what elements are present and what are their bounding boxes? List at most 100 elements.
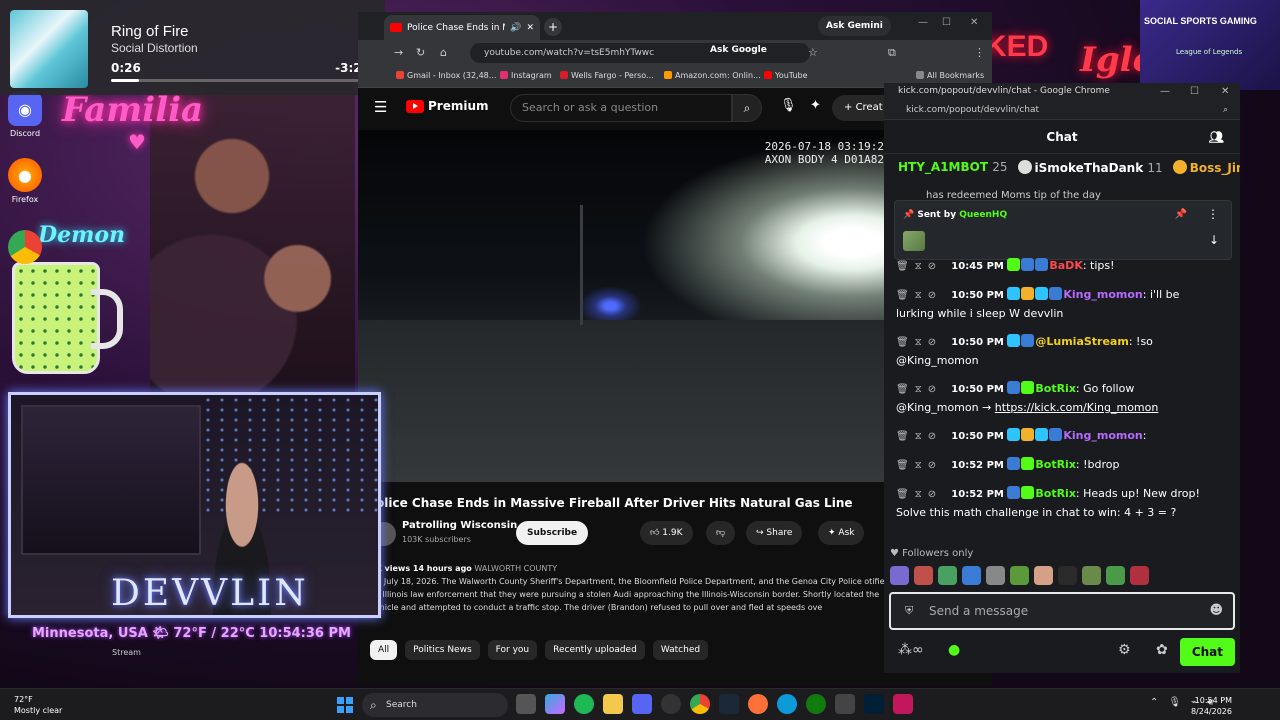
chat-message[interactable]: 🗑⧖⊘ 10:52 PM BotRix: !bdrop (896, 456, 1218, 475)
emote-icon[interactable] (1082, 566, 1101, 585)
taskbar-clock[interactable]: 10:54 PM 8/24/2026 (1191, 695, 1232, 717)
chrome-icon[interactable] (690, 694, 710, 714)
pinned-message[interactable]: 📌 Sent by QueenHQ 📌 ⋮ ↓ (894, 200, 1232, 260)
gemini-icon[interactable]: ✦ (810, 98, 821, 113)
chat-message[interactable]: 🗑⧖⊘ 10:50 PM King_momon: (896, 427, 1218, 446)
chat-message[interactable]: 🗑⧖⊘ 10:50 PM @LumiaStream: !so @King_mom… (896, 333, 1218, 370)
bookmark-youtube[interactable]: YouTube (764, 71, 808, 80)
mod-actions-icon[interactable]: 🗑⧖⊘ (896, 489, 951, 500)
subscribe-button[interactable]: Subscribe (516, 521, 589, 545)
edge-icon[interactable] (777, 694, 797, 714)
app-icon[interactable] (835, 694, 855, 714)
photoshop-icon[interactable] (864, 694, 884, 714)
reload-icon[interactable]: ↻ (416, 46, 425, 59)
bookmark-wellsfargo[interactable]: Wells Fargo - Perso... (560, 71, 654, 80)
spotify-icon[interactable] (574, 694, 594, 714)
discord-icon[interactable] (632, 694, 652, 714)
bookmark-gmail[interactable]: Gmail - Inbox (32,48... (396, 71, 496, 80)
weather-widget[interactable]: 72°F Mostly clear (14, 694, 62, 716)
speaker-icon[interactable]: 🔊 (510, 23, 521, 33)
chat-message[interactable]: 🗑⧖⊘ 10:45 PM BaDK: tips! (896, 257, 1218, 276)
minimize-icon[interactable]: — (1160, 83, 1170, 100)
search-icon[interactable]: ⌕ (732, 94, 762, 122)
leader-3[interactable]: Boss_Jimb (1172, 159, 1240, 175)
tab-youtube[interactable]: Police Chase Ends in Massive 🔊 ✕ (384, 15, 540, 40)
chevron-down-icon[interactable]: ↓ (1209, 233, 1219, 247)
message-username[interactable]: King_momon (1063, 288, 1142, 301)
ask-gemini-button[interactable]: Ask Gemini (818, 16, 891, 36)
obs-icon[interactable] (661, 694, 681, 714)
chip-politics-news[interactable]: Politics News (405, 640, 480, 660)
xbox-icon[interactable] (806, 694, 826, 714)
message-username[interactable]: King_momon (1063, 429, 1142, 442)
bookmark-star-icon[interactable]: ☆ (808, 46, 818, 59)
emote-icon[interactable] (1106, 566, 1125, 585)
close-window-icon[interactable]: ✕ (1221, 83, 1229, 100)
desktop-icon-firefox[interactable]: ● Firefox (0, 158, 50, 204)
mod-actions-icon[interactable]: 🗑⧖⊘ (896, 431, 951, 442)
copilot-icon[interactable] (545, 694, 565, 714)
chip-for-you[interactable]: For you (487, 640, 538, 660)
emote-icon[interactable] (1058, 566, 1077, 585)
chat-message[interactable]: 🗑⧖⊘ 10:50 PM King_momon: i'll be lurking… (896, 286, 1218, 323)
emote-icon[interactable] (1010, 566, 1029, 585)
emoji-icon[interactable]: ☻ (1209, 594, 1223, 628)
home-icon[interactable]: ⌂ (440, 46, 447, 59)
firefox-icon[interactable] (748, 694, 768, 714)
mod-actions-icon[interactable]: 🗑⧖⊘ (896, 290, 951, 301)
hamburger-menu-icon[interactable]: ☰ (374, 98, 387, 116)
message-username[interactable]: BotRix (1035, 458, 1076, 471)
now-playing-widget[interactable]: Ring of Fire Social Distortion 0:26 -3:2… (0, 0, 385, 95)
chat-message[interactable]: 🗑⧖⊘ 10:50 PM BotRix: Go follow @King_mom… (896, 380, 1218, 417)
dislike-button[interactable]: 👎︎ (706, 521, 736, 545)
message-username[interactable]: BotRix (1035, 487, 1076, 500)
emote-icon[interactable] (962, 566, 981, 585)
share-button[interactable]: ↪ Share (746, 521, 803, 545)
desktop-icon-discord[interactable]: ◉ Discord (0, 92, 50, 138)
mod-actions-icon[interactable]: 🗑⧖⊘ (896, 337, 951, 348)
minimize-icon[interactable]: — (918, 17, 928, 28)
search-input[interactable]: Search or ask a question (510, 94, 732, 122)
video-player[interactable]: 2026-07-18 03:19:2 AXON BODY 4 D01A82 (358, 130, 884, 482)
chip-watched[interactable]: Watched (652, 640, 709, 660)
zoom-icon[interactable]: ⌕ (1223, 100, 1228, 120)
microphone-icon[interactable]: 🎙 (780, 98, 797, 113)
emote-icon[interactable] (938, 566, 957, 585)
ask-button[interactable]: ✦ Ask (818, 521, 865, 545)
video-description[interactable]: 1K views 14 hours ago WALWORTH COUNTY On… (370, 562, 890, 622)
chat-message[interactable]: 🗑⧖⊘ 10:52 PM BotRix: Heads up! New drop!… (896, 485, 1218, 522)
kick-address-bar[interactable]: kick.com/popout/devvlin/chat ⌕ (884, 100, 1240, 120)
maximize-icon[interactable]: ☐ (942, 17, 951, 28)
leader-1[interactable]: HTY_A1MBOT 25 (898, 160, 1008, 174)
desktop-icon-chrome[interactable] (0, 230, 50, 267)
track-progress-bar[interactable] (111, 79, 369, 82)
bookmark-instagram[interactable]: Instagram (500, 71, 552, 80)
gift-icon[interactable]: ✿ (1156, 642, 1168, 658)
menu-icon[interactable]: ⋮ (974, 46, 985, 59)
close-window-icon[interactable]: ✕ (970, 17, 978, 28)
more-options-icon[interactable]: ⋮ (1207, 207, 1219, 221)
pin-icon[interactable]: 📌 (1175, 209, 1187, 220)
message-username[interactable]: BaDK (1049, 259, 1082, 272)
ask-google-button[interactable]: Ask Google (710, 45, 767, 55)
points-icon[interactable]: ⁂∞ (898, 642, 924, 658)
emote-icon[interactable] (986, 566, 1005, 585)
channel-name[interactable]: Patrolling Wisconsin (402, 520, 517, 531)
bookmark-all[interactable]: All Bookmarks (916, 71, 984, 80)
youtube-logo[interactable]: Premium (406, 99, 489, 113)
forward-icon[interactable]: → (394, 46, 403, 59)
windows-start-icon[interactable] (337, 697, 353, 713)
steam-icon[interactable] (719, 694, 739, 714)
mod-actions-icon[interactable]: 🗑⧖⊘ (896, 460, 951, 471)
extensions-icon[interactable]: ⧉ (888, 46, 896, 60)
emote-icon[interactable] (1034, 566, 1053, 585)
emote-icon[interactable] (890, 566, 909, 585)
message-username[interactable]: @LumiaStream (1035, 335, 1128, 348)
task-view-icon[interactable] (516, 694, 536, 714)
kick-logo-icon[interactable]: ● (948, 642, 960, 658)
settings-gear-icon[interactable]: ⚙ (1118, 642, 1131, 658)
message-link[interactable]: https://kick.com/King_momon (995, 401, 1159, 414)
new-tab-button[interactable]: + (544, 18, 562, 36)
message-username[interactable]: BotRix (1035, 382, 1076, 395)
chip-all[interactable]: All (370, 640, 398, 660)
